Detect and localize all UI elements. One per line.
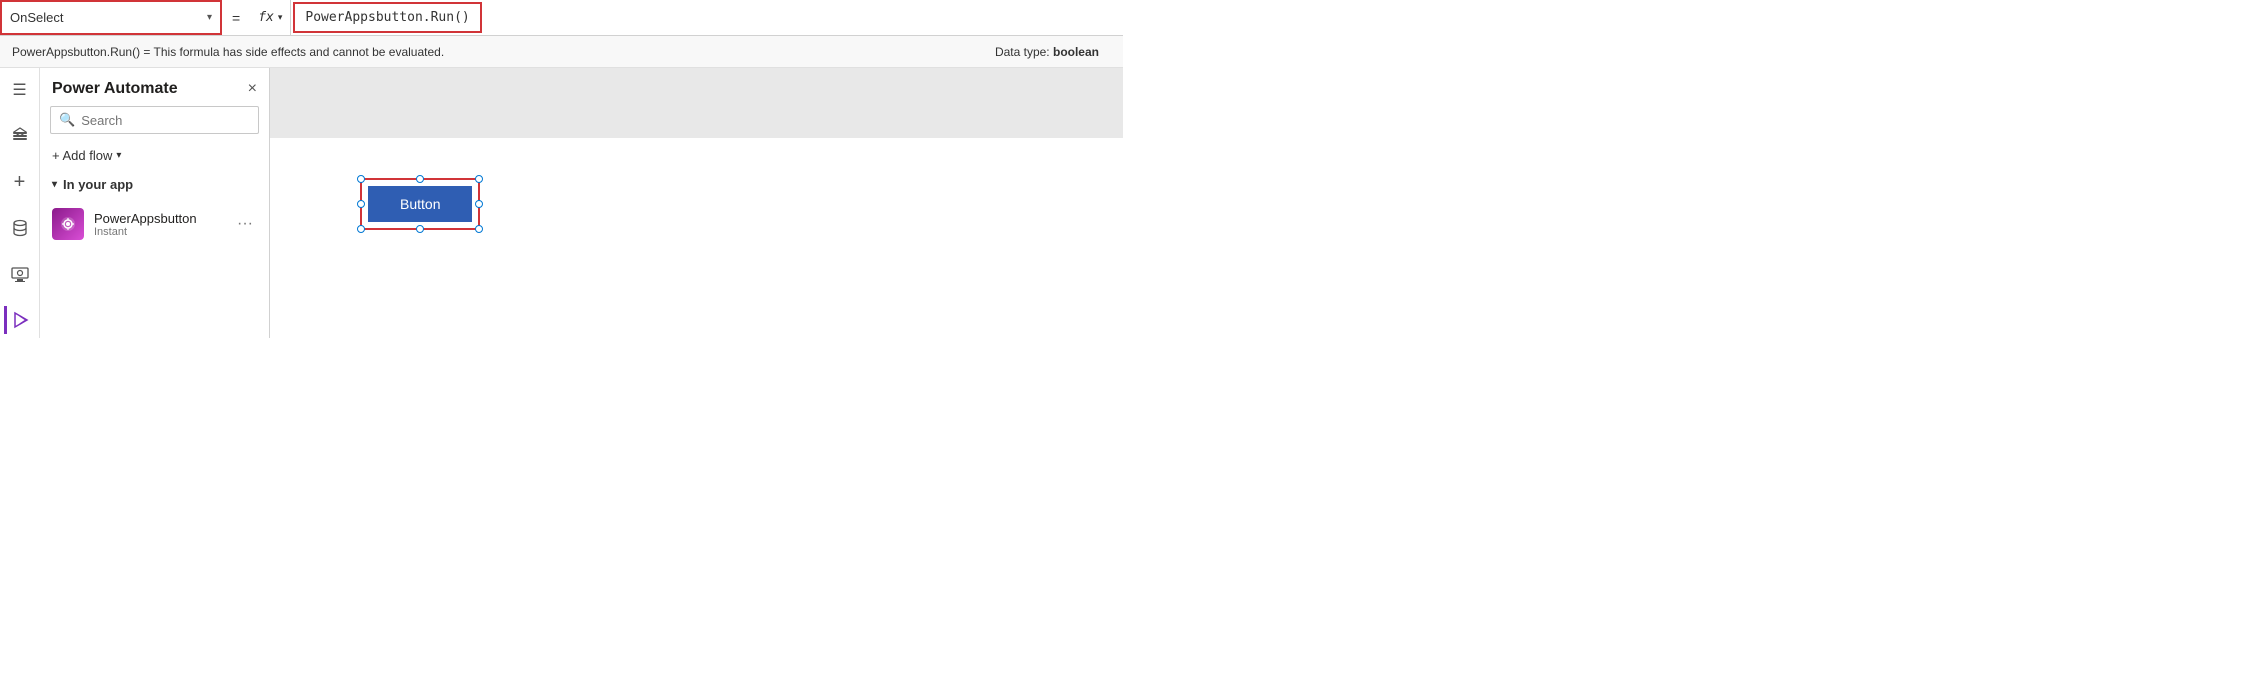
database-icon[interactable]	[6, 214, 34, 242]
fx-label: fx	[258, 10, 274, 25]
equals-sign: =	[222, 10, 250, 26]
main-content: ☰ +	[0, 68, 1123, 338]
fx-button[interactable]: fx ▾	[250, 0, 291, 35]
canvas-area: Button	[270, 68, 1123, 338]
flow-info: PowerAppsbutton Instant	[94, 211, 223, 238]
property-selector-text: OnSelect	[10, 10, 63, 25]
add-flow-chevron: ▾	[116, 150, 121, 161]
handle-top-left[interactable]	[357, 175, 365, 183]
add-flow-button[interactable]: + Add flow ▾	[40, 142, 269, 169]
media-icon[interactable]	[6, 260, 34, 288]
canvas-white-area	[270, 138, 1123, 338]
hamburger-menu-icon[interactable]: ☰	[6, 76, 34, 104]
flow-name: PowerAppsbutton	[94, 211, 223, 226]
automate-icon[interactable]	[4, 306, 32, 334]
error-text: PowerAppsbutton.Run() = This formula has…	[12, 45, 444, 59]
fx-chevron: ▾	[278, 12, 283, 23]
icon-sidebar: ☰ +	[0, 68, 40, 338]
property-dropdown-arrow: ▾	[207, 12, 212, 23]
panel-close-button[interactable]: ×	[248, 80, 257, 98]
add-icon[interactable]: +	[6, 168, 34, 196]
error-bar: PowerAppsbutton.Run() = This formula has…	[0, 36, 1123, 68]
flow-more-button[interactable]: ···	[233, 215, 257, 233]
in-your-app-section[interactable]: ▾ In your app	[40, 169, 269, 200]
power-automate-panel: Power Automate × 🔍 + Add flow ▾ ▾ In you…	[40, 68, 270, 338]
panel-header: Power Automate ×	[40, 68, 269, 106]
handle-middle-left[interactable]	[357, 200, 365, 208]
handle-bottom-left[interactable]	[357, 225, 365, 233]
button-selection-box: Button	[360, 178, 480, 230]
search-icon: 🔍	[59, 112, 75, 128]
formula-text: PowerAppsbutton.Run()	[305, 10, 469, 25]
canvas-button[interactable]: Button	[368, 186, 472, 222]
property-selector[interactable]: OnSelect ▾	[0, 0, 222, 35]
button-widget-container: Button	[360, 178, 480, 230]
add-flow-label: + Add flow	[52, 148, 112, 163]
panel-title: Power Automate	[52, 80, 178, 98]
search-box[interactable]: 🔍	[50, 106, 259, 134]
flow-type: Instant	[94, 226, 223, 238]
search-input[interactable]	[81, 113, 250, 128]
formula-input[interactable]: PowerAppsbutton.Run()	[293, 2, 481, 33]
data-type-label: Data type: boolean	[995, 45, 1111, 59]
formula-bar: OnSelect ▾ = fx ▾ PowerAppsbutton.Run()	[0, 0, 1123, 36]
layers-icon[interactable]	[6, 122, 34, 150]
flow-icon	[52, 208, 84, 240]
section-label: In your app	[63, 177, 133, 192]
section-collapse-icon: ▾	[52, 179, 57, 190]
flow-item[interactable]: PowerAppsbutton Instant ···	[40, 200, 269, 248]
handle-top-center[interactable]	[416, 175, 424, 183]
